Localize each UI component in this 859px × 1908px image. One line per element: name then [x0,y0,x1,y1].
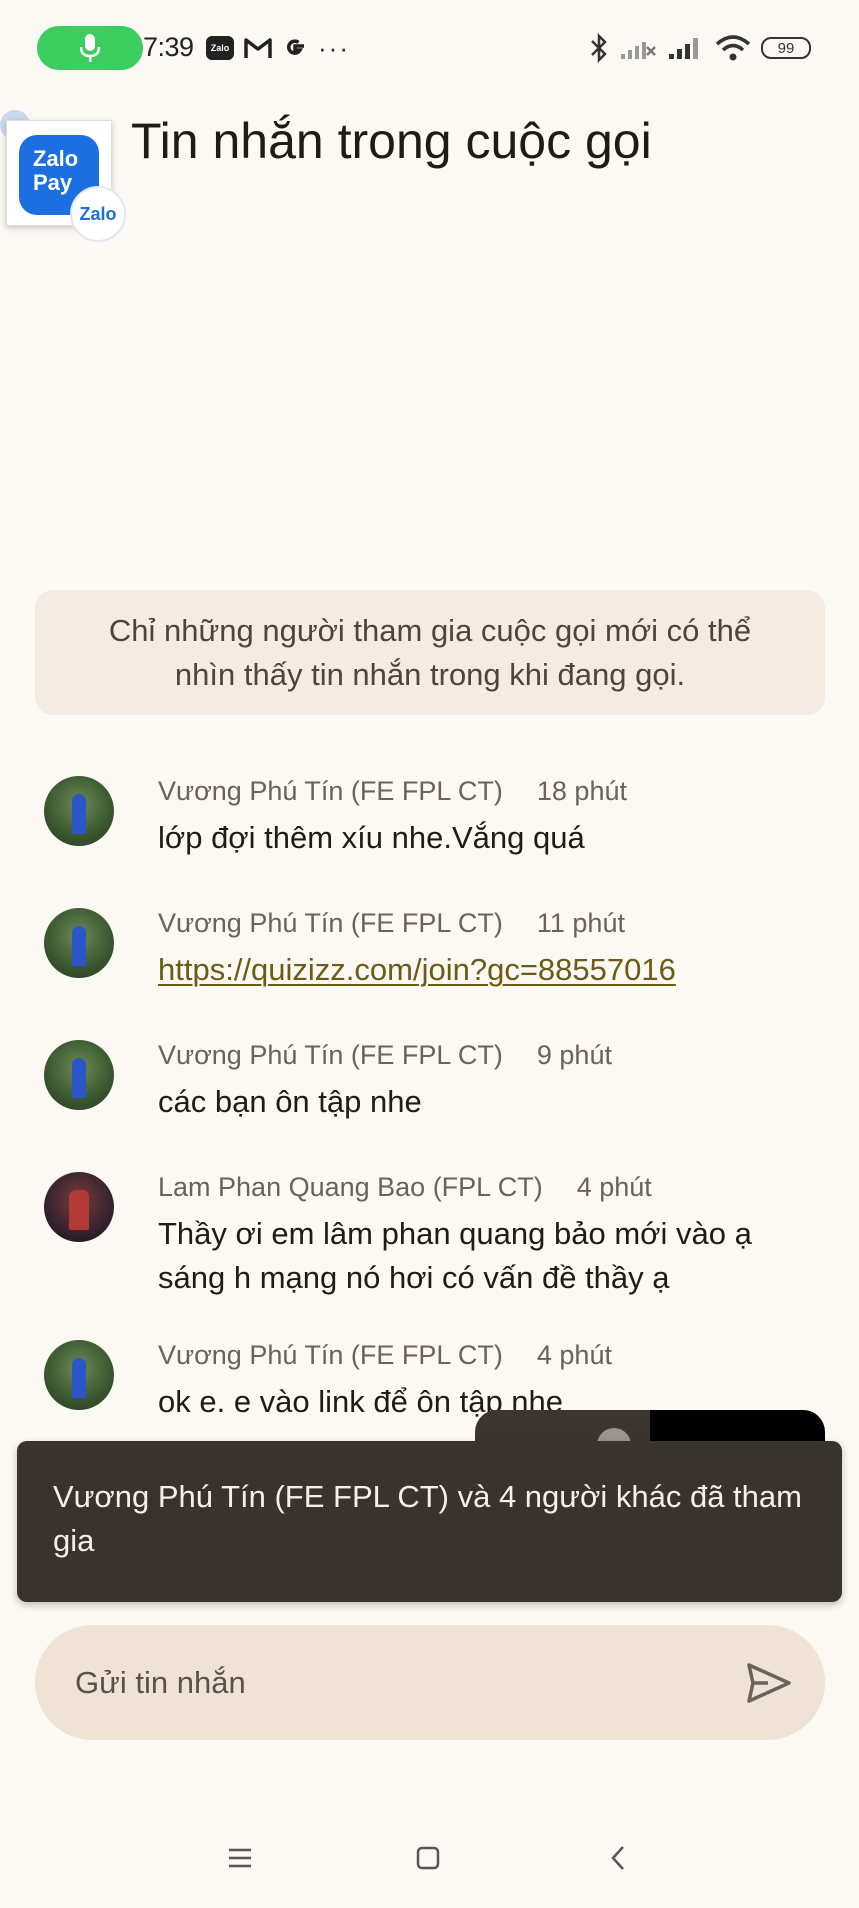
message-text: các bạn ôn tập nhe [158,1084,422,1119]
zalo-badge-icon: Zalo [70,186,126,242]
status-time: 7:39 [143,32,194,62]
back-icon [611,1846,624,1870]
avatar[interactable] [44,1172,114,1242]
message-input[interactable] [75,1625,715,1740]
message-time: 18 phút [536,776,627,806]
sender-name: Vương Phú Tín (FE FPL CT) [158,908,503,938]
message-meta: Vương Phú Tín (FE FPL CT) 11 phút [158,908,625,939]
message-meta: Vương Phú Tín (FE FPL CT) 9 phút [158,1040,612,1071]
menu-icon [229,1848,251,1868]
message-time: 4 phút [576,1172,652,1202]
message-text: lớp đợi thêm xíu nhe.Vắng quá [158,820,585,855]
avatar[interactable] [44,1340,114,1410]
sender-name: Vương Phú Tín (FE FPL CT) [158,776,503,806]
privacy-notice: Chỉ những người tham gia cuộc gọi mới có… [35,590,825,715]
message-text: Thầy ơi em lâm phan quang bảo mới vào ạ … [158,1216,752,1295]
sender-name: Vương Phú Tín (FE FPL CT) [158,1040,503,1070]
send-button[interactable] [743,1658,795,1708]
microphone-icon [79,34,101,62]
send-icon [747,1663,791,1703]
message-link-text: https://quizizz.com/join?gc=88557016 [158,948,798,992]
google-icon [282,35,308,61]
status-bar: 7:39 Zalo ··· 99 [0,0,859,96]
notification-icons: Zalo ··· [206,30,350,66]
system-nav-bar [0,1820,859,1892]
zalo-icon: Zalo [206,36,234,60]
signal-icon [669,38,698,59]
avatar[interactable] [44,776,114,846]
signal-off-icon [621,42,656,59]
sender-name: Lam Phan Quang Bao (FPL CT) [158,1172,543,1202]
gmail-icon [244,37,272,59]
microphone-indicator[interactable] [37,26,143,70]
message-meta: Vương Phú Tín (FE FPL CT) 18 phút [158,776,627,807]
message-meta: Vương Phú Tín (FE FPL CT) 4 phút [158,1340,612,1371]
bluetooth-icon [591,33,607,63]
system-icons: 99 [589,30,811,66]
app-logo[interactable]: Zalo Pay Zalo [0,110,126,242]
page-title: Tin nhắn trong cuộc gọi [131,113,652,169]
quizizz-link[interactable]: https://quizizz.com/join?gc=88557016 [158,952,676,987]
sender-name: Vương Phú Tín (FE FPL CT) [158,1340,503,1370]
home-button[interactable] [408,1838,448,1878]
battery-icon: 99 [761,37,811,59]
wifi-icon [715,35,751,61]
message-meta: Lam Phan Quang Bao (FPL CT) 4 phút [158,1172,652,1203]
message-time: 4 phút [536,1340,612,1370]
message-time: 9 phút [536,1040,612,1070]
join-snackbar: Vương Phú Tín (FE FPL CT) và 4 người khá… [17,1441,842,1602]
menu-button[interactable] [220,1838,260,1878]
back-button[interactable] [598,1838,638,1878]
avatar[interactable] [44,1040,114,1110]
message-time: 11 phút [536,908,625,938]
avatar[interactable] [44,908,114,978]
message-composer [35,1625,825,1740]
more-dots-icon: ··· [318,32,350,63]
home-icon [416,1846,440,1870]
